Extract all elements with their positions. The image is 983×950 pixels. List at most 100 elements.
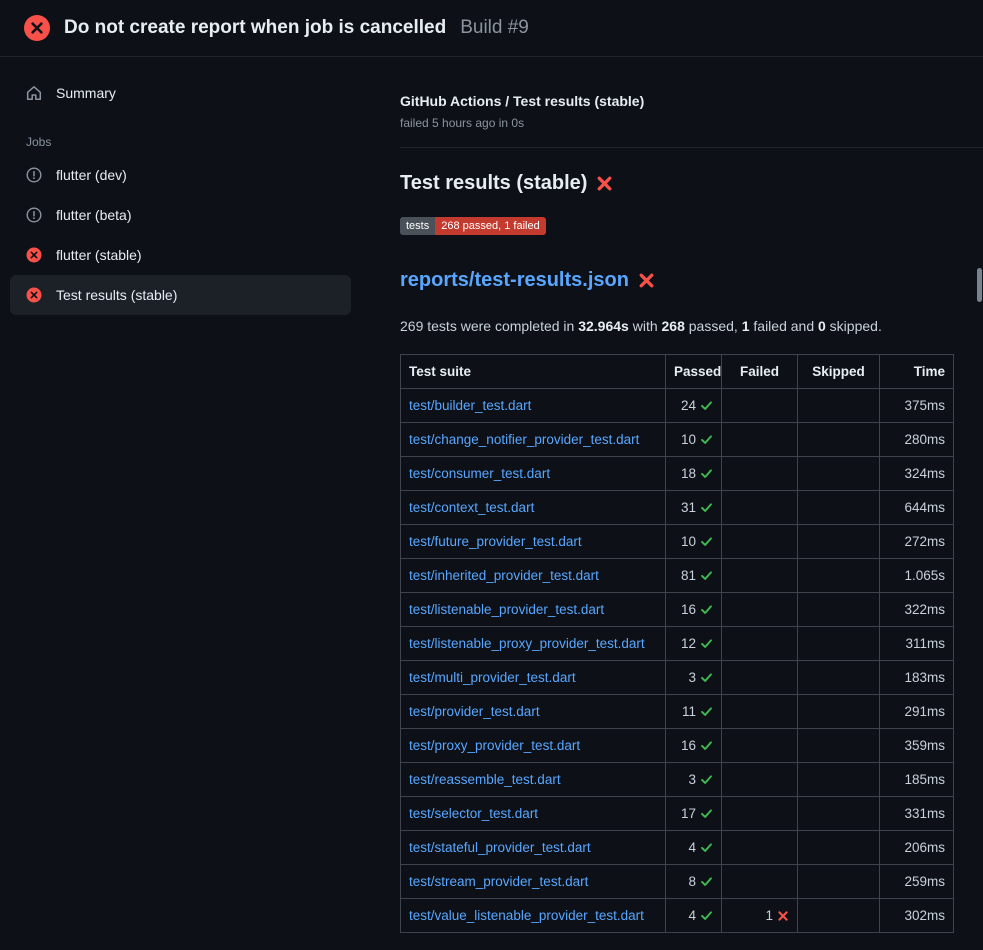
failed-cell [722,763,798,797]
test-suite-link[interactable]: test/selector_test.dart [409,806,538,821]
badge-value: 268 passed, 1 failed [435,217,545,235]
check-icon [700,501,713,514]
failed-status-icon [26,287,42,303]
sidebar: Summary Jobs flutter (dev) flutter (beta… [0,57,367,933]
table-row: test/stateful_provider_test.dart4206ms [401,831,954,865]
passed-cell: 12 [666,627,722,661]
sidebar-item-test-results-stable[interactable]: Test results (stable) [10,275,351,315]
summary-skipped-count: 0 [818,318,826,334]
skipped-cell [798,899,880,933]
test-suite-link[interactable]: test/provider_test.dart [409,704,540,719]
x-icon [777,910,789,922]
failed-cell: 1 [722,899,798,933]
scrollbar-thumb[interactable] [977,268,982,302]
test-suite-link[interactable]: test/inherited_provider_test.dart [409,568,599,583]
skipped-cell [798,525,880,559]
passed-cell: 10 [666,525,722,559]
sidebar-item-summary[interactable]: Summary [10,77,351,109]
failed-cell [722,865,798,899]
check-icon [700,909,713,922]
table-row: test/inherited_provider_test.dart811.065… [401,559,954,593]
test-suite-link[interactable]: test/consumer_test.dart [409,466,550,481]
sidebar-item-flutter-beta[interactable]: flutter (beta) [10,195,351,235]
check-icon [700,467,713,480]
test-suite-link[interactable]: test/stream_provider_test.dart [409,874,588,889]
skipped-cell [798,423,880,457]
test-suite-link[interactable]: test/multi_provider_test.dart [409,670,576,685]
home-icon [26,85,42,101]
section-title-text: Test results (stable) [400,172,587,195]
page-layout: Summary Jobs flutter (dev) flutter (beta… [0,57,983,933]
time-cell: 644ms [880,491,954,525]
test-suite-link[interactable]: test/context_test.dart [409,500,534,515]
col-header-test-suite: Test suite [401,355,666,389]
test-suite-link[interactable]: test/reassemble_test.dart [409,772,561,787]
failed-cell [722,593,798,627]
summary-text: failed and [750,318,819,334]
time-cell: 280ms [880,423,954,457]
suite-cell: test/future_provider_test.dart [401,525,666,559]
workflow-run-page: Do not create report when job is cancell… [0,0,983,933]
test-suite-link[interactable]: test/listenable_provider_test.dart [409,602,604,617]
table-row: test/builder_test.dart24375ms [401,389,954,423]
suite-cell: test/provider_test.dart [401,695,666,729]
passed-cell: 3 [666,763,722,797]
skipped-cell [798,661,880,695]
sidebar-item-flutter-stable[interactable]: flutter (stable) [10,235,351,275]
failed-cell [722,627,798,661]
failed-cell [722,423,798,457]
table-row: test/multi_provider_test.dart 3 183ms [401,661,954,695]
summary-duration: 32.964s [578,318,629,334]
table-row: test/value_listenable_provider_test.dart… [401,899,954,933]
summary-text: skipped. [826,318,882,334]
report-link[interactable]: reports/test-results.json [400,269,629,292]
passed-cell: 3 [666,661,722,695]
test-suite-link[interactable]: test/future_provider_test.dart [409,534,582,549]
failed-cell [722,457,798,491]
summary-passed-count: 268 [662,318,685,334]
passed-cell: 24 [666,389,722,423]
time-cell: 183ms [880,661,954,695]
passed-cell: 4 [666,831,722,865]
run-header: Do not create report when job is cancell… [0,0,983,57]
passed-cell: 17 [666,797,722,831]
failed-status-icon [26,247,42,263]
test-suite-link[interactable]: test/stateful_provider_test.dart [409,840,591,855]
skipped-cell [798,593,880,627]
skipped-cell [798,389,880,423]
report-heading: reports/test-results.json [400,269,983,292]
table-row: test/reassemble_test.dart 3 185ms [401,763,954,797]
check-icon [700,705,713,718]
summary-text: with [629,318,662,334]
table-row: test/change_notifier_provider_test.dart1… [401,423,954,457]
time-cell: 302ms [880,899,954,933]
main-panel: GitHub Actions / Test results (stable) f… [367,57,983,933]
failed-cell [722,661,798,695]
table-row: test/future_provider_test.dart10272ms [401,525,954,559]
check-icon [700,399,713,412]
test-suite-link[interactable]: test/value_listenable_provider_test.dart [409,908,644,923]
time-cell: 1.065s [880,559,954,593]
check-icon [700,773,713,786]
sidebar-item-flutter-dev[interactable]: flutter (dev) [10,155,351,195]
table-row: test/listenable_provider_test.dart16322m… [401,593,954,627]
skipped-cell [798,627,880,661]
check-icon [700,637,713,650]
table-row: test/proxy_provider_test.dart16359ms [401,729,954,763]
table-row: test/provider_test.dart11291ms [401,695,954,729]
suite-cell: test/listenable_proxy_provider_test.dart [401,627,666,661]
test-suite-link[interactable]: test/proxy_provider_test.dart [409,738,580,753]
test-suite-link[interactable]: test/change_notifier_provider_test.dart [409,432,639,447]
failed-cell [722,525,798,559]
summary-line: 269 tests were completed in 32.964s with… [400,318,983,335]
col-header-passed: Passed [666,355,722,389]
failed-cell [722,559,798,593]
failed-cell [722,491,798,525]
skipped-cell [798,457,880,491]
passed-cell: 4 [666,899,722,933]
time-cell: 185ms [880,763,954,797]
test-suite-link[interactable]: test/builder_test.dart [409,398,531,413]
test-suite-link[interactable]: test/listenable_proxy_provider_test.dart [409,636,645,651]
skipped-cell [798,695,880,729]
job-label: flutter (stable) [56,245,142,265]
